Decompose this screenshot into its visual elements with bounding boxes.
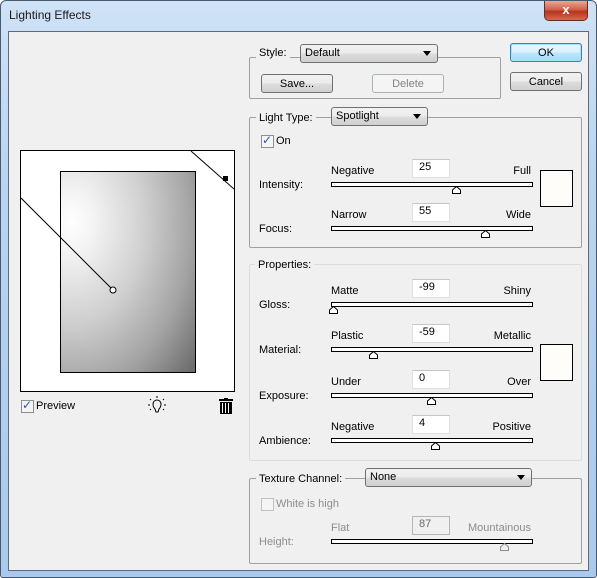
light-on-checkbox[interactable]: ✓	[261, 133, 274, 148]
light-center-handle[interactable]	[109, 286, 117, 294]
lighting-effects-dialog: Lighting Effects x ✓ Preview Style: Defa…	[0, 0, 597, 578]
material-slider-thumb[interactable]	[368, 350, 378, 359]
focus-slider-thumb[interactable]	[481, 229, 491, 238]
height-slider-thumb[interactable]	[500, 542, 510, 551]
focus-min-label: Narrow	[331, 209, 367, 221]
light-edge-line	[190, 151, 234, 190]
texture-channel-dropdown[interactable]: None	[365, 468, 532, 487]
white-is-high-label: White is high	[276, 498, 339, 510]
delete-light-icon[interactable]	[219, 398, 233, 414]
save-style-button[interactable]: Save...	[261, 74, 333, 93]
height-value-input[interactable]: 87	[412, 516, 450, 535]
style-selected: Default	[305, 47, 340, 59]
window-title: Lighting Effects	[9, 8, 91, 22]
intensity-min-label: Negative	[331, 165, 375, 177]
material-label: Material:	[259, 344, 302, 356]
new-light-icon[interactable]	[148, 396, 166, 416]
gloss-max-label: Shiny	[503, 285, 531, 297]
material-slider-track[interactable]	[331, 347, 533, 352]
title-bar[interactable]: Lighting Effects x	[1, 1, 596, 31]
material-value-input[interactable]: -59	[412, 324, 450, 343]
dialog-body: ✓ Preview Style: Default Save... Delete …	[8, 31, 589, 571]
properties-legend: Properties:	[255, 259, 315, 271]
material-max-label: Metallic	[493, 330, 531, 342]
light-color-swatch[interactable]	[540, 170, 573, 207]
delete-style-button[interactable]: Delete	[372, 74, 444, 93]
style-dropdown[interactable]: Default	[300, 44, 438, 63]
white-is-high-checkbox[interactable]	[261, 498, 274, 511]
chevron-down-icon	[413, 114, 421, 119]
light-handle[interactable]	[223, 176, 228, 181]
focus-label: Focus:	[259, 223, 293, 235]
exposure-slider-thumb[interactable]	[427, 396, 436, 405]
gloss-slider-thumb[interactable]	[328, 305, 338, 314]
exposure-max-label: Over	[507, 376, 531, 388]
material-min-label: Plastic	[331, 330, 364, 342]
cancel-button[interactable]: Cancel	[510, 72, 582, 91]
height-max-label: Mountainous	[468, 522, 531, 534]
close-button[interactable]: x	[544, 1, 588, 21]
exposure-value-input[interactable]: 0	[412, 370, 450, 389]
intensity-label: Intensity:	[259, 179, 304, 191]
light-type-label: Light Type:	[256, 112, 316, 124]
exposure-min-label: Under	[331, 376, 361, 388]
chevron-down-icon	[423, 51, 431, 56]
ambience-slider-thumb[interactable]	[430, 441, 440, 450]
height-label: Height:	[259, 536, 294, 548]
texture-channel-selected: None	[370, 471, 397, 483]
ambience-min-label: Negative	[331, 421, 375, 433]
check-icon: ✓	[262, 133, 273, 147]
gloss-label: Gloss:	[259, 299, 291, 311]
focus-value-input[interactable]: 55	[412, 203, 450, 222]
ambience-max-label: Positive	[492, 421, 531, 433]
ok-button[interactable]: OK	[510, 43, 582, 62]
chevron-down-icon	[517, 475, 525, 480]
ambient-color-swatch[interactable]	[540, 344, 573, 381]
light-direction-line	[21, 197, 114, 291]
light-type-dropdown[interactable]: Spotlight	[331, 107, 428, 126]
height-min-label: Flat	[331, 522, 350, 534]
intensity-max-label: Full	[513, 165, 531, 177]
focus-slider-track[interactable]	[331, 226, 533, 231]
light-controls-overlay[interactable]	[21, 151, 234, 391]
preview-label: Preview	[36, 400, 76, 412]
light-on-label: On	[276, 135, 291, 147]
ambience-value-input[interactable]: 4	[412, 415, 450, 434]
check-icon: ✓	[22, 398, 33, 412]
focus-max-label: Wide	[505, 209, 531, 221]
style-label: Style:	[256, 47, 290, 59]
intensity-slider-track[interactable]	[331, 182, 533, 187]
preview-checkbox[interactable]: ✓	[21, 398, 34, 413]
close-icon: x	[562, 2, 570, 17]
gloss-min-label: Matte	[331, 285, 359, 297]
texture-channel-label: Texture Channel:	[256, 473, 346, 485]
gloss-slider-track[interactable]	[331, 302, 533, 307]
light-type-selected: Spotlight	[336, 110, 379, 122]
ambience-label: Ambience:	[259, 435, 311, 447]
exposure-label: Exposure:	[259, 390, 309, 402]
intensity-value-input[interactable]: 25	[412, 159, 450, 178]
intensity-slider-thumb[interactable]	[451, 185, 461, 194]
preview-canvas[interactable]	[20, 150, 235, 392]
gloss-value-input[interactable]: -99	[412, 279, 450, 298]
